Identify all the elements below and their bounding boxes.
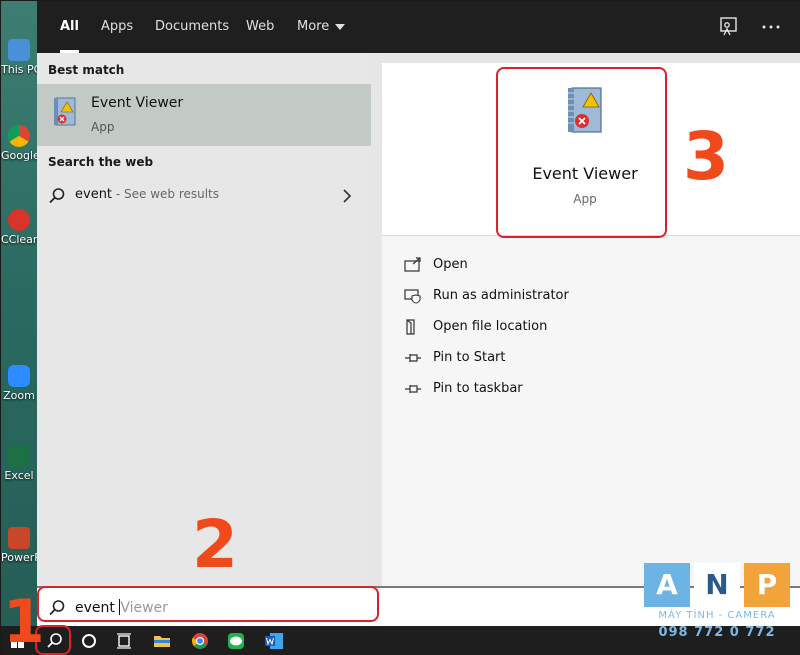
feedback-icon (720, 17, 737, 36)
file-location-icon (406, 319, 415, 335)
annotation-highlight-search-box (37, 586, 379, 622)
annotation-step-1: 1 (3, 587, 45, 655)
folder-icon (154, 636, 170, 647)
desktop-icon-this-pc[interactable]: This PC (1, 39, 37, 76)
action-label: Run as administrator (433, 288, 569, 303)
tab-apps[interactable]: Apps (101, 1, 133, 53)
zoom-icon (8, 365, 30, 387)
line-app-icon (228, 633, 244, 649)
action-label: Open (433, 257, 468, 272)
desktop-icon-chrome[interactable]: Google Chrome (1, 125, 37, 162)
filter-bar: All Apps Documents Web More (37, 1, 800, 53)
annotation-step-2: 2 (192, 506, 238, 583)
desktop-icon-label: Excel (4, 469, 34, 482)
more-options-button[interactable] (759, 15, 783, 39)
web-search-result[interactable]: event - See web results (37, 181, 371, 211)
desktop-icon-powerpoint[interactable]: PowerPoint (1, 527, 37, 564)
watermark-letter: A (644, 563, 690, 607)
word-icon (265, 633, 283, 649)
chrome-icon (8, 125, 30, 147)
best-match-type: App (91, 120, 115, 134)
annotation-step-3: 3 (683, 118, 729, 195)
desktop-icon-label: Google Chrome (1, 149, 37, 162)
search-menu: All Apps Documents Web More Best match E… (37, 1, 800, 626)
open-icon (404, 257, 421, 272)
action-label: Pin to taskbar (433, 381, 523, 396)
powerpoint-icon (8, 527, 30, 549)
chrome-icon (192, 633, 208, 649)
event-viewer-icon (54, 97, 76, 126)
watermark-letter: N (694, 563, 740, 607)
desktop-icon-label: PowerPoint (1, 551, 37, 564)
action-label: Pin to Start (433, 350, 506, 365)
best-match-name: Event Viewer (91, 95, 184, 111)
shield-icon (404, 289, 421, 304)
taskbar-word[interactable] (259, 626, 289, 655)
tab-more[interactable]: More (297, 1, 346, 53)
taskbar-chrome[interactable] (185, 626, 215, 655)
chevron-right-icon (343, 189, 352, 203)
search-icon (49, 188, 65, 204)
desktop-icon-ccleaner[interactable]: CCleaner (1, 209, 37, 246)
web-result-query: event (75, 187, 113, 202)
watermark-phone: 098 772 0 772 (658, 625, 776, 640)
taskbar-file-explorer[interactable] (147, 626, 177, 655)
taskbar-line[interactable] (221, 626, 251, 655)
ccleaner-icon (8, 209, 30, 231)
pin-icon (405, 354, 421, 362)
annotation-highlight-app-card (496, 67, 667, 238)
watermark-letter: P (744, 563, 790, 607)
cortana-icon (82, 634, 96, 648)
desktop-icon-zoom[interactable]: Zoom (1, 365, 37, 402)
web-result-suffix: - See web results (112, 187, 220, 201)
tab-all[interactable]: All (60, 1, 79, 53)
watermark-tagline: MÁY TÍNH - CAMERA (658, 610, 776, 621)
desktop-icon-label: CCleaner (1, 233, 37, 246)
task-view-icon (117, 633, 131, 649)
watermark-logo: A N P MÁY TÍNH - CAMERA 098 772 0 772 (644, 563, 790, 645)
desktop-icon-excel[interactable]: Excel (1, 445, 37, 482)
this-pc-icon (8, 39, 30, 61)
tab-documents[interactable]: Documents (155, 1, 229, 53)
tab-more-label: More (297, 19, 330, 34)
chevron-down-icon (335, 23, 346, 30)
cortana-button[interactable] (74, 626, 104, 655)
ellipsis-icon (762, 25, 780, 29)
desktop-icon-label: Zoom (3, 389, 35, 402)
desktop-icon-label: This PC (1, 63, 37, 76)
excel-icon (8, 445, 30, 467)
pin-icon (405, 385, 421, 393)
task-view-button[interactable] (109, 626, 139, 655)
feedback-button[interactable] (717, 15, 741, 39)
best-match-result[interactable]: Event Viewer App (37, 84, 371, 146)
tab-web[interactable]: Web (246, 1, 274, 53)
search-web-heading: Search the web (48, 155, 154, 169)
best-match-heading: Best match (48, 63, 125, 77)
action-label: Open file location (433, 319, 548, 334)
